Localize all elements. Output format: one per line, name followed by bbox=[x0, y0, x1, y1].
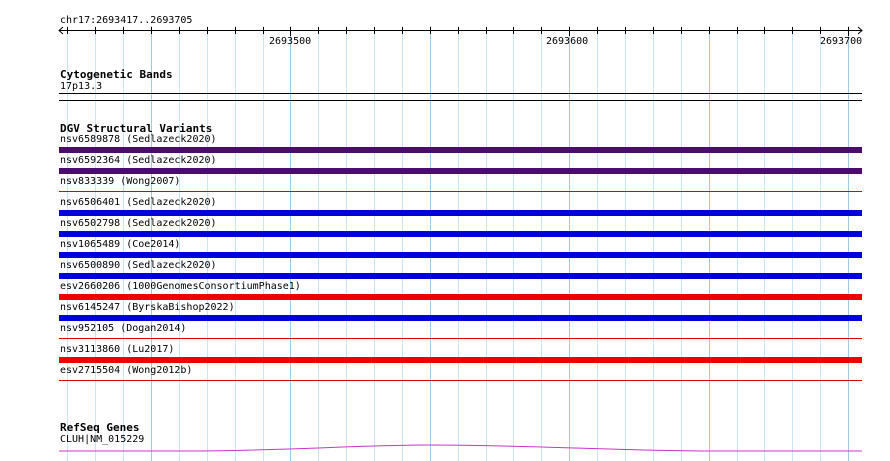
position-label: chr17:2693417..2693705 bbox=[60, 15, 193, 26]
dgv-variant-label[interactable]: nsv3113860 (Lu2017) bbox=[60, 344, 174, 356]
dgv-variant-label[interactable]: nsv6145247 (ByrskaBishop2022) bbox=[60, 302, 235, 314]
dgv-variant-bar[interactable] bbox=[59, 315, 862, 321]
dgv-variant-label[interactable]: nsv952105 (Dogan2014) bbox=[60, 323, 186, 335]
ruler-axis bbox=[59, 30, 862, 31]
dgv-variant-label[interactable]: esv2715504 (Wong2012b) bbox=[60, 365, 192, 377]
dgv-variant-bar[interactable] bbox=[59, 380, 862, 381]
dgv-variant-bar[interactable] bbox=[59, 191, 862, 192]
dgv-variant-label[interactable]: nsv833339 (Wong2007) bbox=[60, 176, 180, 188]
cytoband-label: 17p13.3 bbox=[60, 81, 103, 92]
ruler-tick-label: 2693500 bbox=[269, 36, 312, 47]
cytoband-border-bottom bbox=[59, 100, 862, 101]
dgv-variant-label[interactable]: esv2660206 (1000GenomesConsortiumPhase1) bbox=[60, 281, 301, 293]
dgv-variant-bar[interactable] bbox=[59, 147, 862, 153]
ruler-tick-label: 2693700 bbox=[820, 36, 863, 47]
refseq-gene-line[interactable] bbox=[0, 440, 890, 456]
dgv-variant-label[interactable]: nsv6592364 (Sedlazeck2020) bbox=[60, 155, 217, 167]
dgv-variant-label[interactable]: nsv6589878 (Sedlazeck2020) bbox=[60, 134, 217, 146]
dgv-variant-bar[interactable] bbox=[59, 273, 862, 279]
dgv-variant-bar[interactable] bbox=[59, 338, 862, 339]
dgv-variant-label[interactable]: nsv6500890 (Sedlazeck2020) bbox=[60, 260, 217, 272]
dgv-variant-bar[interactable] bbox=[59, 168, 862, 174]
dgv-variant-bar[interactable] bbox=[59, 252, 862, 258]
dgv-variant-bar[interactable] bbox=[59, 357, 862, 363]
cytoband-border-top bbox=[59, 93, 862, 94]
dgv-variant-label[interactable]: nsv1065489 (Coe2014) bbox=[60, 239, 180, 251]
dgv-variant-bar[interactable] bbox=[59, 294, 862, 300]
dgv-variant-label[interactable]: nsv6506401 (Sedlazeck2020) bbox=[60, 197, 217, 209]
refseq-track-title[interactable]: RefSeq Genes bbox=[60, 421, 139, 434]
dgv-variant-bar[interactable] bbox=[59, 231, 862, 237]
dgv-variant-label[interactable]: nsv6502798 (Sedlazeck2020) bbox=[60, 218, 217, 230]
dgv-variant-bar[interactable] bbox=[59, 210, 862, 216]
cytoband-track-title[interactable]: Cytogenetic Bands bbox=[60, 68, 173, 81]
ruler-tick-label: 2693600 bbox=[546, 36, 589, 47]
